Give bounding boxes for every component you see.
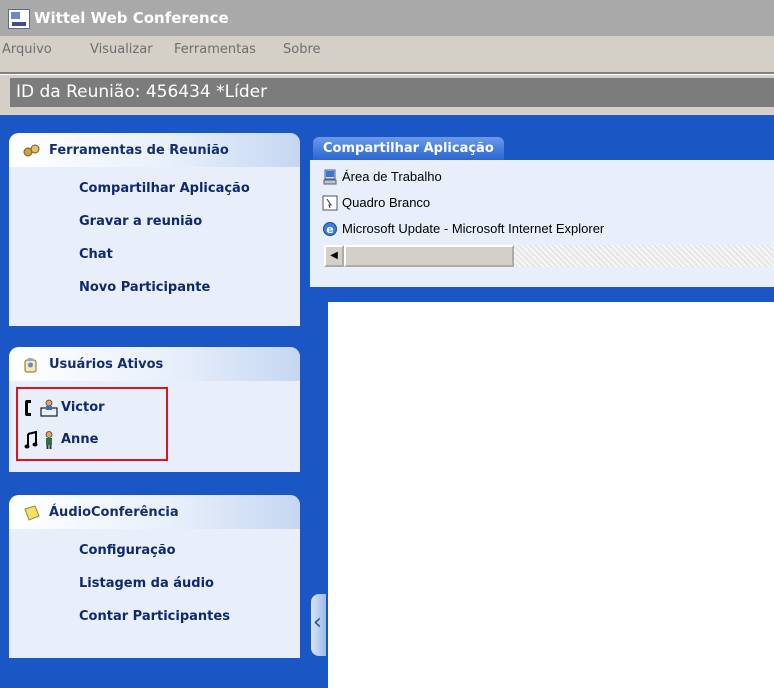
share-item-label: Quadro Branco [342,195,431,210]
window-title: Wittel Web Conference [34,9,229,27]
users-icon [23,357,39,376]
meeting-tools-title: Ferramentas de Reunião [49,143,229,158]
title-bar: Wittel Web Conference [0,0,774,36]
share-item-label: Microsoft Update - Microsoft Internet Ex… [342,221,605,236]
menu-ferramentas[interactable]: Ferramentas [174,42,256,57]
audio-conference-panel: ÁudioConferência Configuração Listagem d… [9,495,300,658]
meeting-tools-links: Compartilhar Aplicação Gravar a reunião … [79,181,250,313]
collapse-panel-handle[interactable]: ‹ [311,594,326,656]
main-area: Ferramentas de Reunião Compartilhar Apli… [0,115,774,688]
user-name: Anne [61,432,99,447]
menu-arquivo[interactable]: Arquivo [2,42,52,57]
menu-visualizar[interactable]: Visualizar [90,42,153,57]
share-application-tab[interactable]: Compartilhar Aplicação [313,137,504,160]
person-icon [42,431,58,449]
presenter-icon [40,399,58,417]
count-participants-link[interactable]: Contar Participantes [79,609,230,642]
horizontal-scrollbar[interactable]: ◀ [324,245,774,267]
chevron-left-icon: ‹ [313,610,322,635]
menu-bar: Arquivo Visualizar Ferramentas Sobre [0,36,774,64]
menu-sobre[interactable]: Sobre [283,42,321,57]
whiteboard-icon [322,195,338,211]
new-participant-link[interactable]: Novo Participante [79,280,250,313]
meeting-tools-panel: Ferramentas de Reunião Compartilhar Apli… [9,133,300,326]
share-item-label: Área de Trabalho [342,169,442,184]
active-users-list: Victor Anne [16,387,168,461]
desktop-icon [322,169,338,185]
app-logo-icon [8,9,30,29]
shared-content-area[interactable] [328,302,774,688]
meeting-id-label: ID da Reunião: 456434 *Líder [16,82,268,102]
audio-conference-title: ÁudioConferência [49,505,179,520]
record-meeting-link[interactable]: Gravar a reunião [79,214,250,247]
phone-icon [24,399,34,420]
meeting-id-bar: ID da Reunião: 456434 *Líder [10,78,774,107]
configuration-link[interactable]: Configuração [79,543,230,576]
internet-explorer-icon: e [322,221,338,237]
scroll-thumb[interactable] [344,245,514,267]
scroll-left-arrow-icon[interactable]: ◀ [324,245,344,267]
share-application-section: Compartilhar Aplicação Área de Trabalho … [310,133,774,287]
active-users-title: Usuários Ativos [49,357,164,372]
active-users-header[interactable]: Usuários Ativos [9,347,300,381]
user-name: Victor [61,400,105,415]
menu-separator [0,72,774,75]
svg-text:e: e [326,223,333,236]
audio-conference-header[interactable]: ÁudioConferência [9,495,300,529]
share-application-link[interactable]: Compartilhar Aplicação [79,181,250,214]
audio-listing-link[interactable]: Listagem da áudio [79,576,230,609]
audio-conference-links: Configuração Listagem da áudio Contar Pa… [79,543,230,642]
meeting-tools-header[interactable]: Ferramentas de Reunião [9,133,300,167]
chat-link[interactable]: Chat [79,247,250,280]
tools-icon [23,143,41,162]
share-application-header: Compartilhar Aplicação [310,133,774,160]
music-note-icon [24,430,38,452]
note-icon [23,505,41,524]
